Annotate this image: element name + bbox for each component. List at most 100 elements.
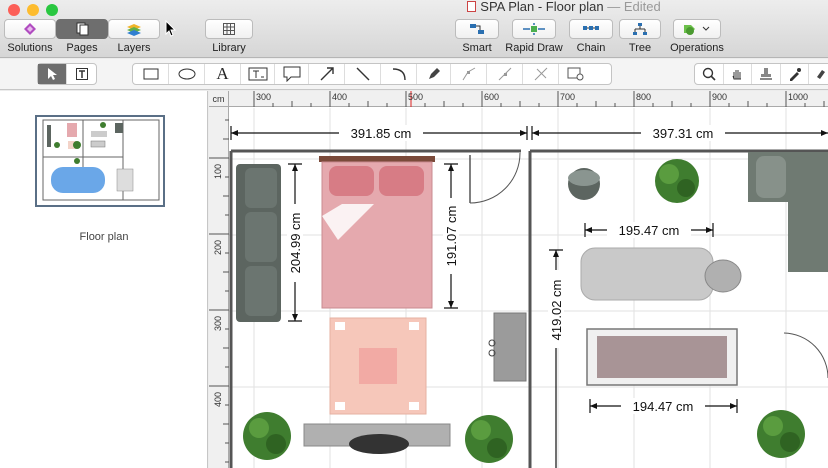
h-tick-label: 500 — [408, 92, 424, 102]
tree-button[interactable]: Tree — [619, 19, 661, 54]
room-height-label: 419.02 cm — [549, 280, 564, 341]
view-tools — [694, 63, 828, 85]
connector-edit-tool-icon[interactable] — [523, 64, 559, 84]
line-tool-icon[interactable] — [345, 64, 381, 84]
solutions-label: Solutions — [7, 42, 53, 54]
ottoman-rug[interactable] — [329, 317, 427, 415]
chain-icon — [569, 19, 613, 39]
page-name-label: Floor plan — [79, 231, 129, 243]
table-width-label: 195.47 cm — [619, 223, 680, 238]
arc-tool-icon[interactable] — [381, 64, 417, 84]
pages-sidebar: Floor plan — [0, 91, 208, 468]
layers-label: Layers — [117, 42, 151, 54]
pan-hand-tool-icon[interactable] — [724, 64, 753, 84]
chain-button[interactable]: Chain — [569, 19, 613, 54]
pages-button[interactable]: Pages — [56, 19, 108, 54]
rectangle-tool-icon[interactable] — [133, 64, 169, 84]
pen-tool-icon[interactable] — [417, 64, 451, 84]
smart-label: Smart — [462, 42, 492, 54]
h-tick-label: 400 — [332, 92, 348, 102]
operations-label: Operations — [670, 42, 724, 54]
shape-tools: A — [132, 63, 612, 85]
stamp-tool-icon[interactable] — [752, 64, 781, 84]
h-tick-label: 300 — [256, 92, 272, 102]
smart-connector-tool-icon[interactable] — [451, 64, 487, 84]
solutions-icon — [4, 19, 56, 39]
horizontal-ruler[interactable]: 300 400 500 600 700 800 900 1000 — [229, 91, 828, 107]
app-window: SPA Plan - Floor plan — Edited Solutions… — [0, 0, 828, 468]
spline-tool-icon[interactable] — [487, 64, 523, 84]
selection-tools — [37, 63, 97, 85]
text-box-icon[interactable] — [67, 64, 96, 84]
chain-label: Chain — [576, 42, 606, 54]
rug-width-label: 194.47 cm — [633, 399, 694, 414]
library-icon — [205, 19, 253, 39]
window-title-text: SPA Plan - Floor plan — [480, 0, 604, 14]
floor-plan[interactable]: 391.85 cm 397.31 cm 204.99 cm 191.07 cm … — [229, 108, 828, 468]
table[interactable] — [580, 247, 742, 301]
page-thumbnail-preview — [42, 119, 160, 201]
callout-tool-icon[interactable] — [275, 64, 309, 84]
mouse-cursor-icon — [165, 20, 177, 37]
bed[interactable] — [319, 156, 435, 309]
h-tick-label: 600 — [484, 92, 500, 102]
v-tick-label: 200 — [213, 239, 223, 255]
ruler-unit: cm — [209, 91, 229, 107]
corner-sofa[interactable] — [748, 152, 828, 272]
rug[interactable] — [586, 328, 738, 386]
pages-icon — [56, 19, 108, 39]
v-tick-label: 400 — [213, 391, 223, 407]
sofa-length-label: 204.99 cm — [288, 213, 303, 274]
solutions-button[interactable]: Solutions — [4, 19, 56, 54]
plant-icon — [465, 415, 513, 463]
title-toolbar: SPA Plan - Floor plan — Edited Solutions… — [0, 0, 828, 58]
sofa[interactable] — [236, 164, 281, 322]
insert-image-tool-icon[interactable] — [559, 64, 593, 84]
format-painter-tool-icon[interactable] — [809, 64, 828, 84]
rapid-draw-label: Rapid Draw — [505, 42, 563, 54]
operations-button[interactable]: Operations — [668, 19, 726, 54]
h-tick-label: 800 — [636, 92, 652, 102]
plant-icon — [655, 159, 699, 203]
h-tick-label: 700 — [560, 92, 576, 102]
vertical-ruler[interactable]: 100 200 300 400 — [209, 107, 229, 468]
drawing-canvas[interactable]: cm 300 400 500 600 700 800 900 1000 100 … — [209, 91, 828, 468]
tree-icon — [619, 19, 661, 39]
zoom-tool-icon[interactable] — [695, 64, 724, 84]
library-button[interactable]: Library — [205, 19, 253, 54]
layers-button[interactable]: Layers — [108, 19, 160, 54]
h-tick-label: 900 — [712, 92, 728, 102]
tree-label: Tree — [628, 42, 652, 54]
rapid-draw-button[interactable]: Rapid Draw — [505, 19, 563, 54]
library-label: Library — [212, 42, 246, 54]
eyedropper-tool-icon[interactable] — [781, 64, 810, 84]
horizontal-ruler-ticks — [253, 91, 825, 107]
room-right-width-label: 397.31 cm — [653, 126, 714, 141]
side-cabinet[interactable] — [488, 312, 527, 382]
pages-label: Pages — [66, 42, 98, 54]
smart-icon — [455, 19, 499, 39]
text-field-tool-icon[interactable] — [241, 64, 275, 84]
vertical-ruler-ticks — [209, 119, 229, 463]
layers-icon — [108, 19, 160, 39]
arrow-tool-icon[interactable] — [309, 64, 345, 84]
operations-icon — [673, 19, 721, 39]
window-title: SPA Plan - Floor plan — Edited — [0, 0, 828, 14]
select-arrow-icon[interactable] — [38, 64, 68, 84]
plant-icon — [243, 412, 291, 460]
text-tool-icon[interactable]: A — [205, 64, 241, 84]
v-tick-label: 300 — [213, 315, 223, 331]
walls — [229, 149, 828, 468]
edited-status: — Edited — [607, 0, 661, 14]
room-left-width-label: 391.85 cm — [351, 126, 412, 141]
tv-stand[interactable] — [303, 423, 451, 454]
drawing-toolbar: A — [0, 59, 828, 90]
ellipse-tool-icon[interactable] — [169, 64, 205, 84]
plant-icon — [757, 410, 805, 458]
smart-button[interactable]: Smart — [455, 19, 499, 54]
document-icon — [467, 1, 477, 12]
bed-length-label: 191.07 cm — [444, 206, 459, 267]
v-tick-label: 100 — [213, 163, 223, 179]
page-thumbnail[interactable] — [35, 115, 165, 207]
office-chair[interactable] — [568, 168, 600, 200]
